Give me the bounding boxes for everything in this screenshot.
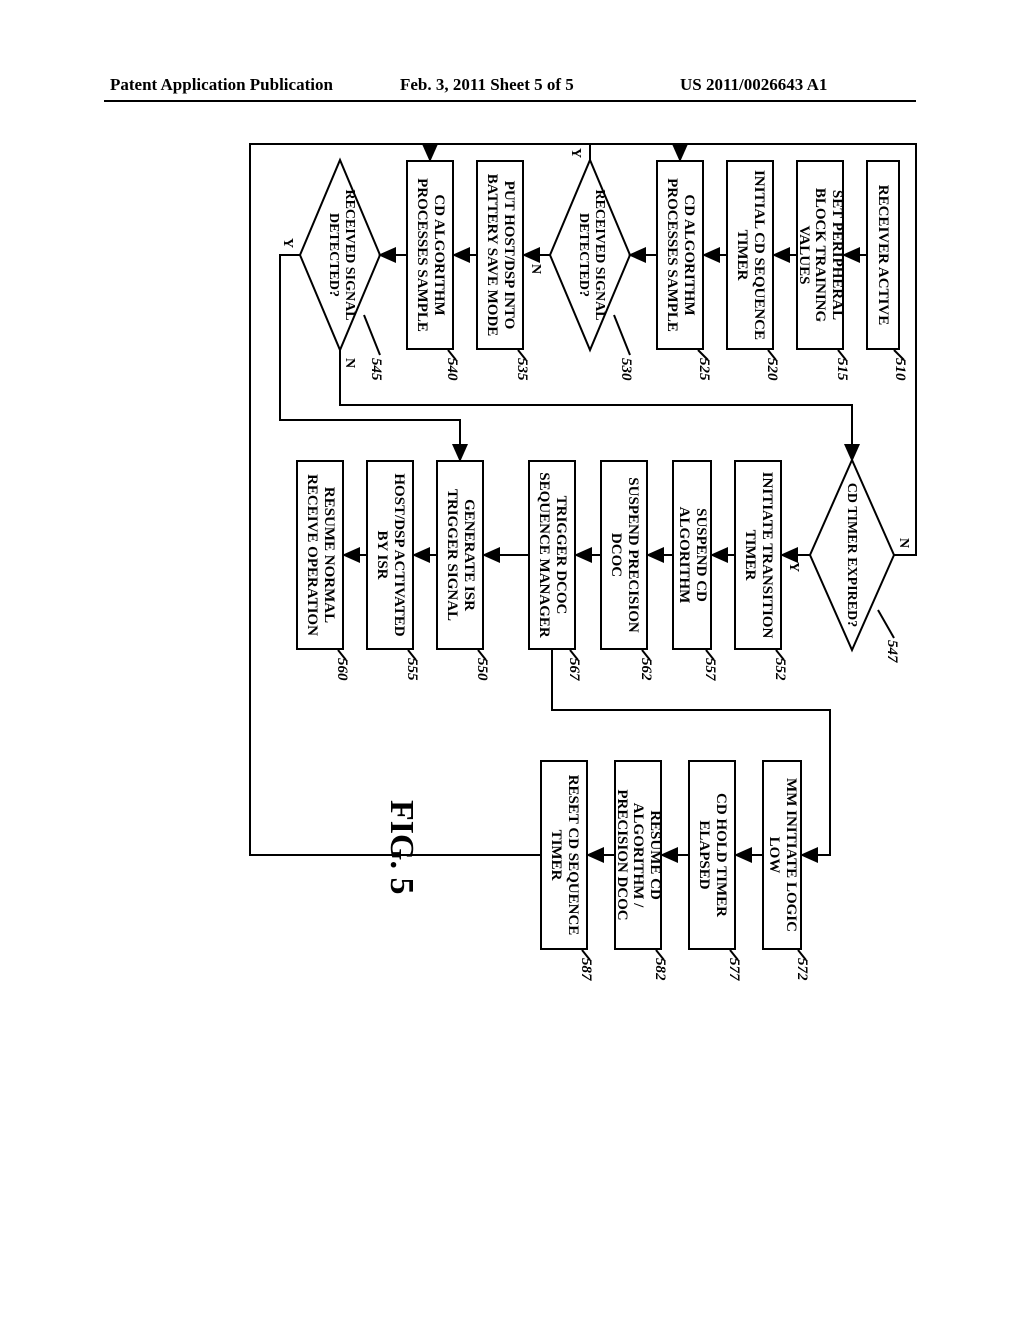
flowchart-stage: RECEIVER ACTIVE 510 SET PERIPHERAL BLOCK… <box>0 140 930 970</box>
edge-545-y: Y <box>280 238 295 248</box>
edge-530-n: N <box>528 264 543 274</box>
svg-text:DETECTED?: DETECTED? <box>576 213 591 297</box>
svg-text:DETECTED?: DETECTED? <box>326 213 341 297</box>
edge-547-y: Y <box>786 562 801 572</box>
header-mid: Feb. 3, 2011 Sheet 5 of 5 <box>400 75 574 95</box>
svg-text:RECEIVED SIGNAL: RECEIVED SIGNAL <box>342 189 357 320</box>
edge-547-n: N <box>896 538 911 548</box>
svg-text:RECEIVED SIGNAL: RECEIVED SIGNAL <box>592 189 607 320</box>
flow-connectors: RECEIVED SIGNAL DETECTED? RECEIVED SIGNA… <box>100 140 930 1200</box>
header-left: Patent Application Publication <box>110 75 333 95</box>
edge-530-y: Y <box>568 148 583 158</box>
header-right: US 2011/0026643 A1 <box>680 75 827 95</box>
edge-545-n: N <box>342 358 357 368</box>
svg-text:CD TIMER EXPIRED?: CD TIMER EXPIRED? <box>844 483 859 627</box>
header-rule <box>104 100 916 102</box>
